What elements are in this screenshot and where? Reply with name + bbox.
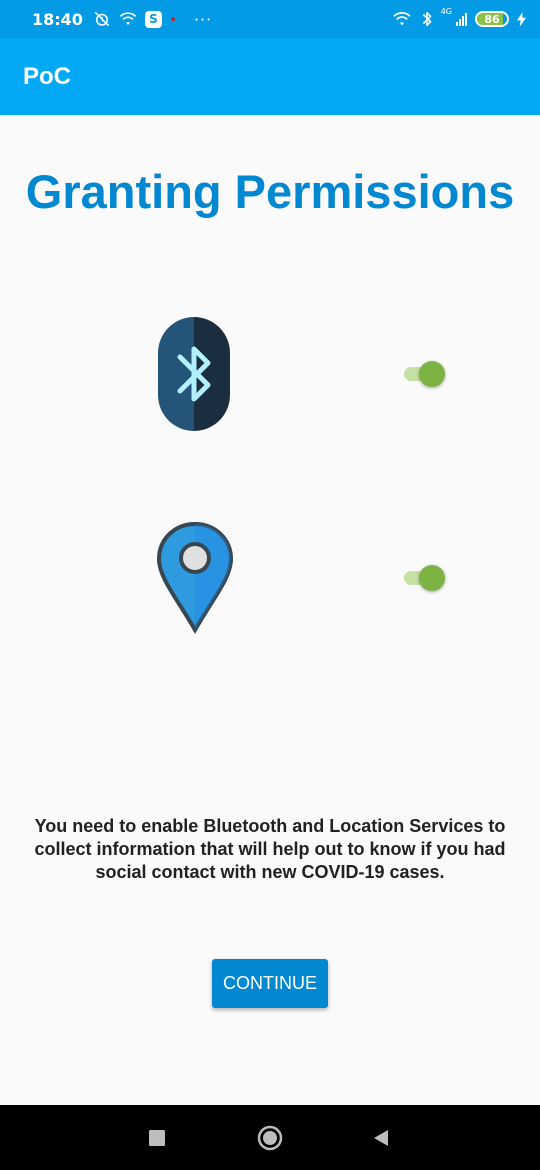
- page-title: Granting Permissions: [25, 165, 515, 218]
- app-bar: PoC: [0, 38, 540, 115]
- network-type-label: 4G: [440, 7, 452, 16]
- recent-apps-button[interactable]: [127, 1105, 187, 1170]
- status-time: 18:40: [32, 9, 83, 29]
- bluetooth-icon: [422, 11, 432, 27]
- wifi-icon: [393, 12, 411, 26]
- alarm-off-icon: [94, 11, 110, 27]
- skype-icon: S: [144, 10, 162, 28]
- status-bar: 18:40 S ··· 4G 86: [0, 0, 540, 38]
- app-title: PoC: [23, 62, 71, 90]
- battery-level: 86: [484, 12, 500, 26]
- switch-thumb: [419, 361, 445, 387]
- more-icon: ···: [193, 9, 213, 29]
- back-icon: [374, 1129, 388, 1146]
- bluetooth-permission-switch[interactable]: [402, 358, 448, 388]
- charging-icon: [517, 11, 526, 27]
- location-permission-row: [0, 520, 540, 640]
- navigation-bar: [0, 1105, 540, 1170]
- back-button[interactable]: [351, 1105, 411, 1170]
- permission-description: You need to enable Bluetooth and Locatio…: [34, 816, 506, 882]
- location-pin-icon: [156, 521, 234, 634]
- home-icon: [257, 1125, 283, 1150]
- recent-apps-icon: [149, 1129, 165, 1146]
- location-permission-switch[interactable]: [402, 562, 448, 592]
- switch-thumb: [419, 565, 445, 591]
- signal-icon: [456, 12, 467, 26]
- continue-button[interactable]: CONTINUE: [212, 959, 328, 1008]
- status-system-icons: 4G 86: [391, 7, 526, 28]
- status-notification-icons: S ···: [93, 10, 212, 29]
- dot-icon: [170, 17, 175, 21]
- battery-icon: 86: [475, 11, 509, 27]
- wifi-icon: [119, 12, 137, 25]
- bluetooth-icon: [158, 317, 230, 431]
- bluetooth-permission-row: [0, 317, 540, 437]
- home-button[interactable]: [240, 1105, 300, 1170]
